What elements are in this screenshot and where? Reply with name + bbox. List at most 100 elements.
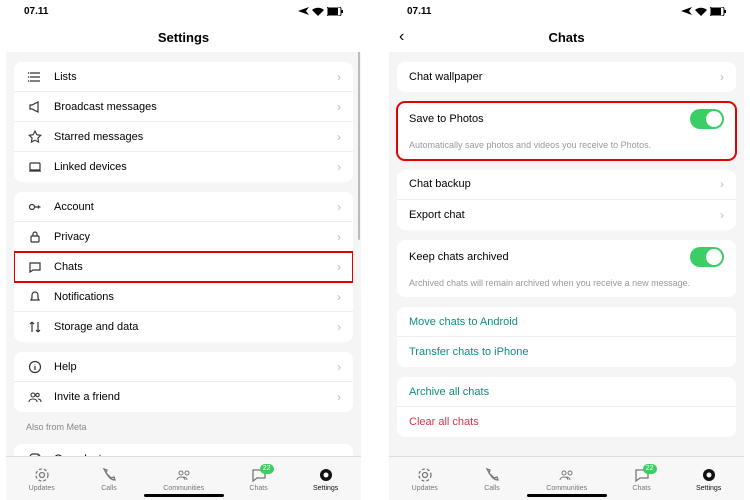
key-icon [26,200,44,214]
tab-communities[interactable]: Communities [546,466,587,492]
communities-icon [558,466,576,484]
storage-and-data-row[interactable]: Storage and data› [14,312,353,342]
home-indicator [527,494,607,497]
keep-archived-toggle[interactable] [690,247,724,267]
settings-content: Lists›Broadcast messages›Starred message… [6,52,361,456]
group-account: Account›Privacy›Chats›Notifications›Stor… [14,192,353,342]
settings-icon [317,466,335,484]
tab-label: Chats [249,485,267,492]
keep-archived-row[interactable]: Keep chats archived [397,240,736,274]
people-icon [26,390,44,404]
row-label: Chat wallpaper [409,71,720,83]
tab-updates[interactable]: Updates [29,466,55,492]
chevron-right-icon: › [337,360,341,374]
row-label: Export chat [409,209,720,221]
group-wallpaper: Chat wallpaper › [397,62,736,92]
group-archive: Keep chats archived Archived chats will … [397,240,736,298]
row-label: Starred messages [54,131,337,143]
tab-settings[interactable]: Settings [313,466,338,492]
megaphone-icon [26,100,44,114]
chats-row[interactable]: Chats› [14,252,353,282]
transfer-iphone-row[interactable]: Transfer chats to iPhone [397,337,736,367]
save-to-photos-row[interactable]: Save to Photos [397,102,736,136]
also-from-meta-label: Also from Meta [14,412,353,434]
calls-icon [483,466,501,484]
header: ‹ Chats [389,22,744,52]
save-to-photos-desc: Automatically save photos and videos you… [397,136,736,160]
group-save-photos: Save to Photos Automatically save photos… [397,102,736,160]
chat-wallpaper-row[interactable]: Chat wallpaper › [397,62,736,92]
chevron-right-icon: › [337,390,341,404]
linked-devices-row[interactable]: Linked devices› [14,152,353,182]
chevron-right-icon: › [720,208,724,222]
starred-messages-row[interactable]: Starred messages› [14,122,353,152]
chevron-right-icon: › [337,320,341,334]
row-label: Account [54,201,337,213]
chat-icon [26,260,44,274]
move-android-row[interactable]: Move chats to Android [397,307,736,337]
row-label: Archive all chats [409,386,724,398]
account-row[interactable]: Account› [14,192,353,222]
row-label: Storage and data [54,321,337,333]
tab-label: Chats [632,485,650,492]
lock-icon [26,230,44,244]
wifi-icon [312,7,324,16]
status-time: 07.11 [24,6,48,17]
chevron-right-icon: › [337,200,341,214]
back-button[interactable]: ‹ [399,28,404,46]
tab-calls[interactable]: Calls [100,466,118,492]
broadcast-messages-row[interactable]: Broadcast messages› [14,92,353,122]
invite-a-friend-row[interactable]: Invite a friend› [14,382,353,412]
tab-communities[interactable]: Communities [163,466,204,492]
row-label: Linked devices [54,161,337,173]
airplane-icon [681,6,692,16]
chat-backup-row[interactable]: Chat backup › [397,170,736,200]
chevron-right-icon: › [720,177,724,191]
save-to-photos-toggle[interactable] [690,109,724,129]
info-icon [26,360,44,374]
arrows-icon [26,320,44,334]
lists-row[interactable]: Lists› [14,62,353,92]
page-title: Settings [158,30,209,45]
clear-all-row[interactable]: Clear all chats [397,407,736,437]
group-transfer: Move chats to Android Transfer chats to … [397,307,736,367]
status-bar: 07.11 [6,0,361,22]
calls-icon [100,466,118,484]
communities-icon [175,466,193,484]
updates-icon [416,466,434,484]
chevron-right-icon: › [337,70,341,84]
chats-badge: 22 [643,464,657,474]
chats-icon: 22 [250,466,268,484]
open-instagram-row[interactable]: Open Instagram› [14,444,353,456]
tab-label: Calls [101,485,117,492]
tab-settings[interactable]: Settings [696,466,721,492]
row-label: Chats [54,261,337,273]
chevron-right-icon: › [337,100,341,114]
help-row[interactable]: Help› [14,352,353,382]
export-chat-row[interactable]: Export chat › [397,200,736,230]
status-icons [681,6,726,16]
tab-calls[interactable]: Calls [483,466,501,492]
tab-updates[interactable]: Updates [412,466,438,492]
row-label: Notifications [54,291,337,303]
battery-icon [710,7,726,16]
row-label: Help [54,361,337,373]
row-label: Keep chats archived [409,251,690,263]
row-label: Privacy [54,231,337,243]
privacy-row[interactable]: Privacy› [14,222,353,252]
group-backup: Chat backup › Export chat › [397,170,736,230]
bell-icon [26,290,44,304]
laptop-icon [26,160,44,174]
notifications-row[interactable]: Notifications› [14,282,353,312]
tab-chats[interactable]: 22Chats [249,466,267,492]
group-meta: Open Instagram› [14,444,353,456]
tab-chats[interactable]: 22Chats [632,466,650,492]
status-time: 07.11 [407,6,431,17]
tab-label: Settings [696,485,721,492]
status-icons [298,6,343,16]
chevron-right-icon: › [337,290,341,304]
tab-label: Settings [313,485,338,492]
row-label: Save to Photos [409,113,690,125]
group-clear: Archive all chats Clear all chats [397,377,736,437]
archive-all-row[interactable]: Archive all chats [397,377,736,407]
